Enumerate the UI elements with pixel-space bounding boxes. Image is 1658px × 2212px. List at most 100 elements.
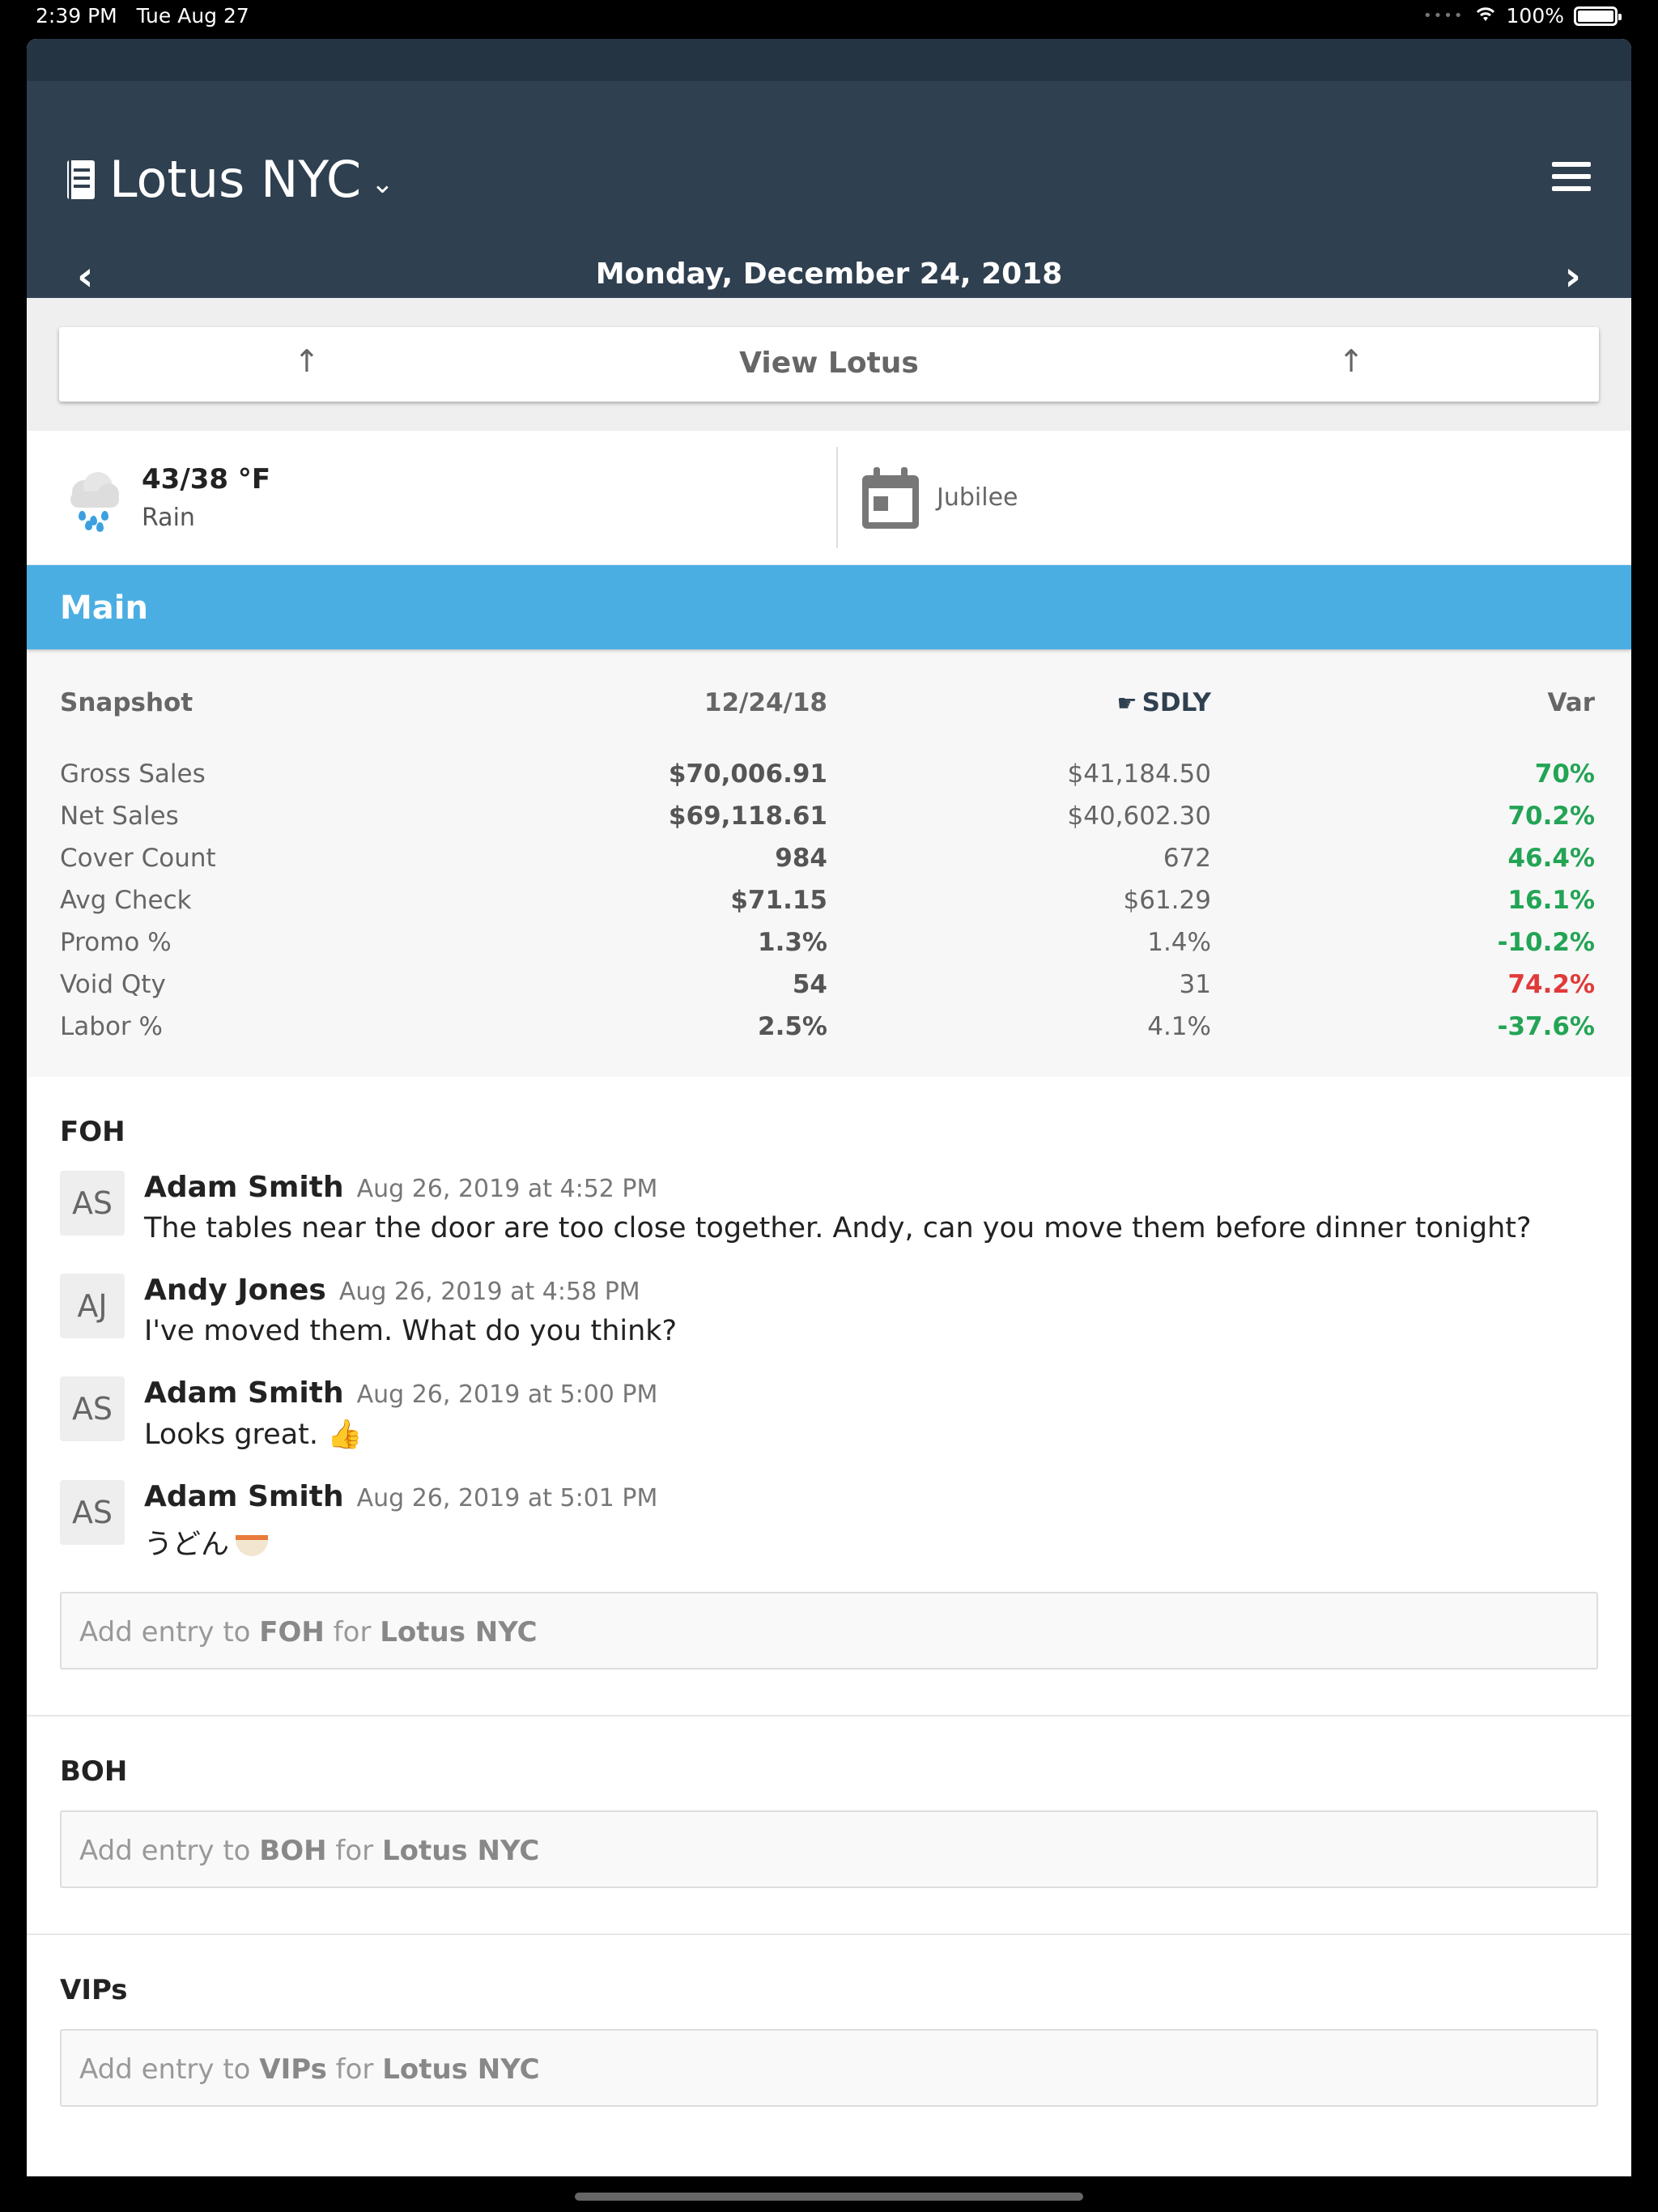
table-row: Promo % 1.3% 1.4% -10.2% <box>60 921 1598 963</box>
venue-name: Lotus NYC <box>109 150 362 209</box>
log-title: FOH <box>60 1116 125 1148</box>
next-day-button[interactable]: › <box>1564 253 1581 300</box>
avatar: AS <box>60 1171 125 1236</box>
reply-arrow-icon: ☛ <box>1116 690 1137 717</box>
avatar: AS <box>60 1376 125 1441</box>
table-cell: 1.4% <box>1147 928 1211 957</box>
add-entry-input[interactable]: Add entry to VIPs for Lotus NYC <box>60 2029 1598 2107</box>
entry-message: うどん <box>144 1521 657 1563</box>
table-cell: $61.29 <box>1123 886 1211 915</box>
entry-author: Adam Smith <box>144 1376 344 1410</box>
avatar: AJ <box>60 1274 125 1338</box>
table-row: Gross Sales $70,006.91 $41,184.50 70% <box>60 753 1598 795</box>
entry-timestamp: Aug 26, 2019 at 4:58 PM <box>338 1278 640 1306</box>
table-cell: 1.3% <box>758 928 827 957</box>
table-cell: 70.2% <box>1507 802 1595 831</box>
snapshot-table: Snapshot 12/24/18 ☛ SDLY Var Gross Sales $… <box>27 649 1631 1077</box>
battery-icon <box>1574 6 1622 26</box>
table-cell: Cover Count <box>60 844 216 873</box>
battery-percent: 100% <box>1506 4 1564 28</box>
table-cell: 672 <box>1163 844 1211 873</box>
log-entry: AS Adam Smith Aug 26, 2019 at 5:01 PM うど… <box>60 1480 1598 1563</box>
signal-icon: •••• <box>1423 7 1465 24</box>
table-cell: 984 <box>775 844 827 873</box>
section-header-main: Main <box>27 565 1631 649</box>
table-row: Avg Check $71.15 $61.29 16.1% <box>60 879 1598 921</box>
table-cell: 70% <box>1534 759 1595 789</box>
table-row: Labor % 2.5% 4.1% -37.6% <box>60 1006 1598 1048</box>
table-cell: Gross Sales <box>60 759 206 789</box>
view-lotus-button[interactable]: ↑ View Lotus ↑ <box>59 327 1599 402</box>
table-cell: 31 <box>1179 970 1211 999</box>
table-cell: Void Qty <box>60 970 166 999</box>
view-bar-container: ↑ View Lotus ↑ <box>27 298 1631 431</box>
table-cell: Labor % <box>60 1012 163 1041</box>
log-section: FOH AS Adam Smith Aug 26, 2019 at 4:52 P… <box>27 1077 1631 1716</box>
notebook-icon <box>67 160 95 199</box>
add-entry-input[interactable]: Add entry to FOH for Lotus NYC <box>60 1592 1598 1670</box>
day-info: 43/38 °F Rain Jubilee <box>27 431 1631 565</box>
col-header: 12/24/18 <box>704 688 827 717</box>
entry-author: Adam Smith <box>144 1480 344 1513</box>
venue-selector[interactable]: Lotus NYC ⌄ <box>67 150 394 209</box>
wifi-icon <box>1474 4 1497 28</box>
status-bar: 2:39 PM Tue Aug 27 •••• 100% <box>0 0 1658 36</box>
table-cell: Promo % <box>60 928 172 957</box>
calendar-icon <box>862 466 919 529</box>
weather-condition: Rain <box>142 504 195 532</box>
event-panel[interactable]: Jubilee <box>838 431 1018 564</box>
date-navigator: ‹ Monday, December 24, 2018 › <box>27 253 1631 316</box>
table-cell: Net Sales <box>60 802 179 831</box>
table-cell: 16.1% <box>1507 886 1595 915</box>
table-cell: -37.6% <box>1497 1012 1595 1041</box>
app-window: Lotus NYC ⌄ ‹ Monday, December 24, 2018 … <box>27 39 1631 2176</box>
table-cell: 54 <box>792 970 827 999</box>
snapshot-rows: Gross Sales $70,006.91 $41,184.50 70% Net Sa… <box>60 753 1598 1048</box>
log-section: BOH Add entry to BOH for Lotus NYC <box>27 1716 1631 1935</box>
log-entry: AS Adam Smith Aug 26, 2019 at 5:00 PM Lo… <box>60 1376 1598 1451</box>
log-entry: AS Adam Smith Aug 26, 2019 at 4:52 PM Th… <box>60 1171 1598 1244</box>
col-header: Var <box>1547 688 1595 717</box>
table-cell: 2.5% <box>758 1012 827 1041</box>
table-cell: -10.2% <box>1497 928 1595 957</box>
table-cell: $40,602.30 <box>1067 802 1212 831</box>
col-header-sdly[interactable]: ☛ SDLY <box>827 688 1211 717</box>
log-sections: FOH AS Adam Smith Aug 26, 2019 at 4:52 P… <box>27 1077 1631 2107</box>
entry-message: I've moved them. What do you think? <box>144 1315 678 1347</box>
chevron-down-icon: ⌄ <box>371 167 394 200</box>
table-cell: $69,118.61 <box>668 802 827 831</box>
table-cell: 46.4% <box>1507 844 1595 873</box>
log-entry: AJ Andy Jones Aug 26, 2019 at 4:58 PM I'… <box>60 1274 1598 1347</box>
log-title: VIPs <box>60 1974 128 2006</box>
current-date: Monday, December 24, 2018 <box>595 257 1063 291</box>
add-entry-input[interactable]: Add entry to BOH for Lotus NYC <box>60 1810 1598 1888</box>
header: Lotus NYC ⌄ ‹ Monday, December 24, 2018 … <box>27 81 1631 300</box>
temperature: 43/38 °F <box>142 463 271 496</box>
table-cell: 4.1% <box>1147 1012 1211 1041</box>
status-right: •••• 100% <box>1423 4 1622 28</box>
col-header: Snapshot <box>60 688 193 717</box>
entry-message: The tables near the door are too close t… <box>144 1212 1532 1244</box>
table-cell: 74.2% <box>1507 970 1595 999</box>
table-cell: $41,184.50 <box>1067 759 1212 789</box>
home-indicator[interactable] <box>575 2193 1083 2201</box>
table-row: Net Sales $69,118.61 $40,602.30 70.2% <box>60 795 1598 837</box>
event-name: Jubilee <box>937 483 1018 512</box>
table-row: Void Qty 54 31 74.2% <box>60 963 1598 1006</box>
entry-message: Looks great. 👍 <box>144 1419 363 1451</box>
entry-timestamp: Aug 26, 2019 at 4:52 PM <box>356 1175 658 1203</box>
hamburger-menu-icon[interactable] <box>1552 162 1591 191</box>
top-strip <box>27 39 1631 81</box>
rain-cloud-icon <box>67 469 121 532</box>
table-row: Cover Count 984 672 46.4% <box>60 837 1598 879</box>
table-cell: $70,006.91 <box>668 759 827 789</box>
entry-author: Andy Jones <box>144 1274 326 1307</box>
view-lotus-label: View Lotus <box>739 347 919 380</box>
noodle-bowl-icon <box>236 1535 269 1556</box>
log-title: BOH <box>60 1755 128 1788</box>
log-section: VIPs Add entry to VIPs for Lotus NYC <box>27 1935 1631 2107</box>
weather-panel: 43/38 °F Rain <box>27 447 838 548</box>
snapshot-header-row: Snapshot 12/24/18 ☛ SDLY Var <box>60 682 1598 724</box>
entry-timestamp: Aug 26, 2019 at 5:01 PM <box>356 1484 658 1512</box>
entry-author: Adam Smith <box>144 1171 344 1204</box>
